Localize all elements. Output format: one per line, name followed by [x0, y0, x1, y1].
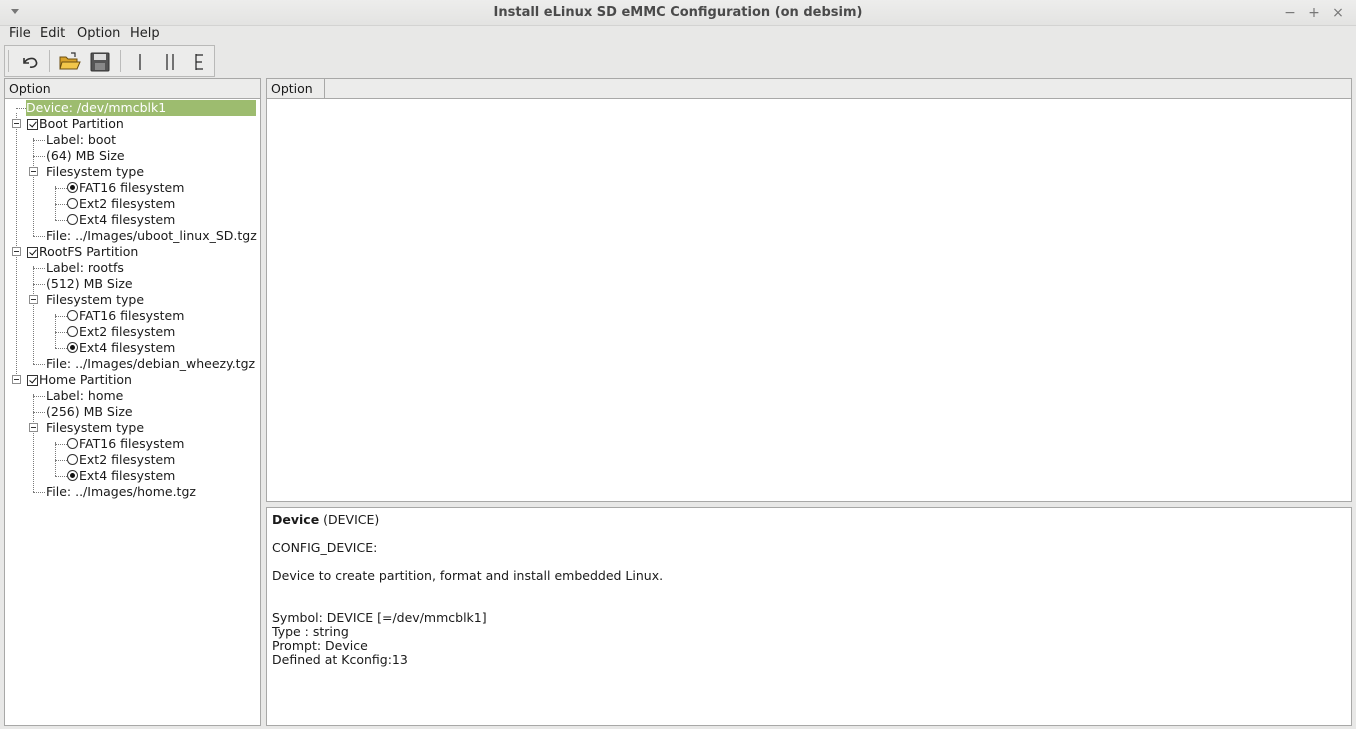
help-title: Device (DEVICE): [272, 512, 379, 527]
home-fat16-radio[interactable]: [67, 438, 78, 449]
menu-file[interactable]: File: [9, 26, 31, 42]
menu-edit[interactable]: Edit: [40, 26, 65, 42]
tree-item-home-file[interactable]: File: ../Images/home.tgz: [46, 484, 196, 500]
tree-item-rootfs-ext2[interactable]: Ext2 filesystem: [79, 324, 175, 340]
tree-item-boot-label[interactable]: Label: boot: [46, 132, 116, 148]
tree-item-rootfs-fs-type[interactable]: Filesystem type: [46, 292, 144, 308]
menu-option[interactable]: Option: [77, 26, 120, 42]
home-ext2-radio[interactable]: [67, 454, 78, 465]
maximize-icon[interactable]: +: [1305, 4, 1323, 22]
help-description: Device to create partition, format and i…: [272, 568, 664, 583]
rootfs-partition-checkbox[interactable]: [27, 247, 38, 258]
tree-item-rootfs-partition[interactable]: RootFS Partition: [39, 244, 138, 260]
collapse-boot-fs-icon[interactable]: [29, 167, 38, 176]
boot-fat16-radio[interactable]: [67, 182, 78, 193]
window-title: Install eLinux SD eMMC Configuration (on…: [493, 5, 863, 20]
collapse-home-icon[interactable]: [12, 375, 21, 384]
help-pane: Device (DEVICE) CONFIG_DEVICE: Device to…: [266, 507, 1352, 726]
tree-item-home-ext2[interactable]: Ext2 filesystem: [79, 452, 175, 468]
tree-item-boot-fat16[interactable]: FAT16 filesystem: [79, 180, 184, 196]
option-tree: Device: /dev/mmcblk1 Boot Partition Labe…: [5, 100, 260, 720]
rootfs-fat16-radio[interactable]: [67, 310, 78, 321]
tree-item-home-ext4[interactable]: Ext4 filesystem: [79, 468, 175, 484]
tree-item-rootfs-fat16[interactable]: FAT16 filesystem: [79, 308, 184, 324]
boot-ext4-radio[interactable]: [67, 214, 78, 225]
tree-item-home-fs-type[interactable]: Filesystem type: [46, 420, 144, 436]
help-title-name: Device: [272, 512, 320, 527]
tree-item-boot-size[interactable]: (64) MB Size: [46, 148, 125, 164]
tree-item-boot-partition[interactable]: Boot Partition: [39, 116, 124, 132]
toolbar: [4, 45, 215, 77]
tree-item-device[interactable]: Device: /dev/mmcblk1: [26, 100, 256, 116]
save-icon[interactable]: [87, 50, 113, 74]
collapse-rootfs-icon[interactable]: [12, 247, 21, 256]
tree-item-home-size[interactable]: (256) MB Size: [46, 404, 133, 420]
boot-partition-checkbox[interactable]: [27, 119, 38, 130]
split-view-icon[interactable]: [157, 50, 183, 74]
tree-item-rootfs-file[interactable]: File: ../Images/debian_wheezy.tgz: [46, 356, 255, 372]
rootfs-ext4-radio[interactable]: [67, 342, 78, 353]
tree-item-rootfs-label[interactable]: Label: rootfs: [46, 260, 124, 276]
help-defined: Defined at Kconfig:13: [272, 652, 408, 667]
help-type: Type : string: [272, 624, 349, 639]
tree-item-rootfs-ext4[interactable]: Ext4 filesystem: [79, 340, 175, 356]
collapse-boot-icon[interactable]: [12, 119, 21, 128]
collapse-home-fs-icon[interactable]: [29, 423, 38, 432]
menu-help[interactable]: Help: [130, 26, 160, 42]
help-prompt: Prompt: Device: [272, 638, 368, 653]
option-tree-pane: Option Device: /dev/mmcblk1 Boot Partiti…: [4, 78, 261, 726]
menu-bar: File Edit Option Help: [0, 26, 1356, 46]
option-list-column-header[interactable]: Option: [267, 79, 325, 99]
rootfs-ext2-radio[interactable]: [67, 326, 78, 337]
tree-item-boot-fs-type[interactable]: Filesystem type: [46, 164, 144, 180]
home-partition-checkbox[interactable]: [27, 375, 38, 386]
undo-icon[interactable]: [17, 50, 43, 74]
tree-item-home-label[interactable]: Label: home: [46, 388, 123, 404]
home-ext4-radio[interactable]: [67, 470, 78, 481]
tree-item-home-fat16[interactable]: FAT16 filesystem: [79, 436, 184, 452]
open-folder-icon[interactable]: [57, 50, 83, 74]
full-view-icon[interactable]: [186, 50, 212, 74]
title-bar: Install eLinux SD eMMC Configuration (on…: [0, 0, 1356, 26]
tree-item-home-partition[interactable]: Home Partition: [39, 372, 132, 388]
tree-item-boot-file[interactable]: File: ../Images/uboot_linux_SD.tgz: [46, 228, 257, 244]
option-column-header[interactable]: Option: [5, 79, 260, 99]
tree-item-boot-ext2[interactable]: Ext2 filesystem: [79, 196, 175, 212]
tree-item-rootfs-size[interactable]: (512) MB Size: [46, 276, 133, 292]
help-symbol: Symbol: DEVICE [=/dev/mmcblk1]: [272, 610, 487, 625]
boot-ext2-radio[interactable]: [67, 198, 78, 209]
close-icon[interactable]: ×: [1329, 4, 1347, 22]
minimize-icon[interactable]: −: [1281, 4, 1299, 22]
tree-item-boot-ext4[interactable]: Ext4 filesystem: [79, 212, 175, 228]
help-config-name: CONFIG_DEVICE:: [272, 540, 378, 555]
option-list-header-filler: [325, 79, 1351, 99]
single-view-icon[interactable]: [127, 50, 153, 74]
help-title-symbol: (DEVICE): [319, 512, 380, 527]
option-list-pane: Option: [266, 78, 1352, 502]
collapse-rootfs-fs-icon[interactable]: [29, 295, 38, 304]
